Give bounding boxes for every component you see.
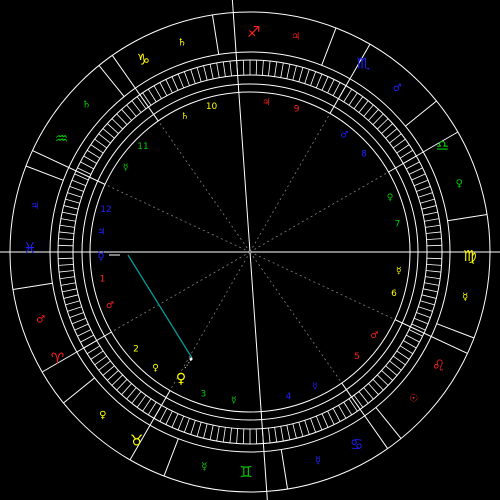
degree-tick — [242, 428, 245, 444]
house-glyph: ♃ — [262, 98, 270, 108]
ruler-glyph: ♀ — [456, 179, 463, 190]
horoscope-wheel: ♈ ♉ ♊ ♋ ♌ ♍ ♎ ♏ ♐ ♑ ♒ ♓ ♂ ♀ ☿ ☿ ☉ ☿ ♀ ♂ ♃ ♄ ♄ ♃ 1 ♂ 2 ♀ 3 ☿ 4 ☿ 5 ♂ 6 ☿ 7 ♀… — [0, 0, 500, 500]
house-glyph: ♂ — [370, 331, 378, 341]
house-number: 10 — [206, 102, 218, 112]
ruler-glyph: ♀ — [99, 410, 106, 421]
sign-glyph: ♊ — [239, 463, 252, 481]
ruler-glyph: ☿ — [315, 456, 321, 467]
house-number: 2 — [133, 344, 139, 354]
house-number: 3 — [201, 390, 207, 400]
sign-glyph: ♈ — [51, 350, 64, 368]
ruler-glyph: ♂ — [36, 314, 45, 325]
sign-glyph: ♏ — [357, 54, 371, 72]
house-number: 7 — [395, 220, 401, 230]
house-number: 1 — [100, 274, 106, 284]
house-number: 9 — [294, 104, 300, 114]
degree-tick — [255, 428, 258, 444]
degree-tick — [255, 60, 258, 76]
degree-tick — [58, 257, 74, 260]
ruler-glyph: ♃ — [291, 31, 300, 42]
ruler-glyph: ♄ — [82, 99, 91, 110]
sign-glyph: ♉ — [130, 432, 143, 450]
house-glyph: ♂ — [106, 301, 114, 311]
house-glyph: ☿ — [123, 163, 129, 173]
degree-tick — [426, 257, 442, 260]
degree-tick — [426, 244, 442, 247]
degree-tick — [58, 244, 74, 247]
ruler-glyph: ☿ — [462, 292, 468, 303]
planet-dot — [189, 357, 193, 361]
ruler-glyph: ♃ — [30, 201, 39, 212]
house-glyph: ♃ — [97, 227, 105, 237]
house-number: 12 — [100, 205, 111, 215]
sign-glyph: ♋ — [350, 435, 363, 453]
house-number: 6 — [391, 289, 397, 299]
house-glyph: ♄ — [181, 112, 189, 122]
house-glyph: ☿ — [312, 382, 318, 392]
house-number: 8 — [361, 150, 367, 160]
sign-glyph: ♌ — [432, 356, 445, 374]
ruler-glyph: ♂ — [393, 83, 402, 94]
ruler-glyph: ☿ — [201, 462, 207, 473]
house-glyph: ♂ — [340, 130, 348, 140]
sign-glyph: ♓ — [23, 239, 36, 257]
sign-glyph: ♎ — [436, 136, 449, 154]
sign-glyph: ♑ — [137, 51, 150, 69]
house-number: 4 — [286, 392, 292, 402]
house-glyph: ♀ — [152, 364, 159, 374]
house-number: 11 — [137, 142, 148, 152]
ruler-glyph: ♄ — [178, 37, 187, 48]
ruler-glyph: ☉ — [409, 394, 418, 405]
planet-glyph-left: ☿ — [97, 249, 104, 263]
sign-glyph: ♐ — [247, 23, 260, 41]
house-glyph: ♀ — [387, 193, 394, 203]
sign-glyph: ♍ — [463, 247, 476, 265]
house-glyph: ☿ — [231, 396, 237, 406]
house-number: 5 — [354, 352, 360, 362]
degree-tick — [242, 60, 245, 76]
planet-glyph-lower: ♀ — [176, 371, 186, 387]
house-glyph: ☿ — [396, 267, 402, 277]
sign-glyph: ♒ — [55, 130, 68, 148]
